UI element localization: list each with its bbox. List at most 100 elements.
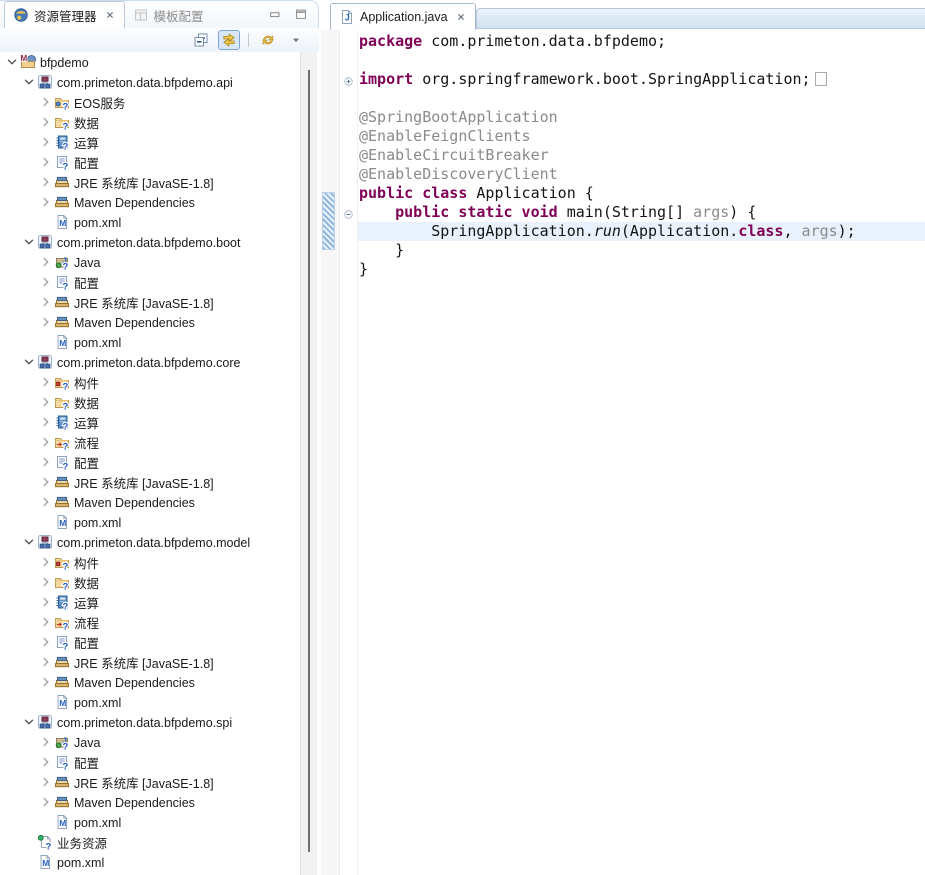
tree-item[interactable]: ?配置 xyxy=(0,752,300,772)
chevron-right-icon[interactable] xyxy=(39,635,53,649)
code-line[interactable]: package com.primeton.data.bfpdemo; xyxy=(358,32,925,51)
tree-item[interactable]: ?运算 xyxy=(0,592,300,612)
tree-item[interactable]: com.primeton.data.bfpdemo.spi xyxy=(0,712,300,732)
code-line[interactable] xyxy=(358,51,925,70)
tree-item[interactable]: ?数据 xyxy=(0,392,300,412)
chevron-right-icon[interactable] xyxy=(39,675,53,689)
chevron-down-icon[interactable] xyxy=(22,235,36,249)
tree-item[interactable]: Mpom.xml xyxy=(0,812,300,832)
tree-item[interactable]: JRE 系统库 [JavaSE-1.8] xyxy=(0,772,300,792)
tree-item[interactable]: JRE 系统库 [JavaSE-1.8] xyxy=(0,652,300,672)
tree-scrollbar-thumb[interactable] xyxy=(308,70,310,852)
chevron-right-icon[interactable] xyxy=(39,435,53,449)
chevron-right-icon[interactable] xyxy=(39,415,53,429)
chevron-down-icon[interactable] xyxy=(22,535,36,549)
chevron-right-icon[interactable] xyxy=(39,475,53,489)
tree-item[interactable]: Mpom.xml xyxy=(0,212,300,232)
fold-collapse-icon[interactable] xyxy=(343,207,354,218)
tree-item[interactable]: com.primeton.data.bfpdemo.model xyxy=(0,532,300,552)
tree-item[interactable]: Maven Dependencies xyxy=(0,792,300,812)
close-icon[interactable] xyxy=(455,11,467,23)
tree-item[interactable]: ?运算 xyxy=(0,412,300,432)
tree-item[interactable]: ?数据 xyxy=(0,572,300,592)
chevron-right-icon[interactable] xyxy=(39,315,53,329)
chevron-right-icon[interactable] xyxy=(39,455,53,469)
code-line[interactable]: import org.springframework.boot.SpringAp… xyxy=(358,70,925,89)
code-line[interactable]: public static void main(String[] args) { xyxy=(358,203,925,222)
chevron-right-icon[interactable] xyxy=(39,735,53,749)
tree-item[interactable]: com.primeton.data.bfpdemo.core xyxy=(0,352,300,372)
chevron-down-icon[interactable] xyxy=(22,75,36,89)
tree-item[interactable]: ?EOS服务 xyxy=(0,92,300,112)
chevron-right-icon[interactable] xyxy=(39,275,53,289)
code-line[interactable]: } xyxy=(358,260,925,279)
link-with-editor-button[interactable] xyxy=(218,30,240,50)
code-line[interactable]: @EnableDiscoveryClient xyxy=(358,165,925,184)
tree-item[interactable]: ?构件 xyxy=(0,552,300,572)
tree-item[interactable]: Mpom.xml xyxy=(0,692,300,712)
chevron-right-icon[interactable] xyxy=(39,495,53,509)
tree-item[interactable]: J?Java xyxy=(0,252,300,272)
tree-item[interactable]: Maven Dependencies xyxy=(0,312,300,332)
tree-item[interactable]: ?配置 xyxy=(0,632,300,652)
tree-item[interactable]: ?数据 xyxy=(0,112,300,132)
tree-item[interactable]: ?流程 xyxy=(0,432,300,452)
tree-item[interactable]: ?配置 xyxy=(0,152,300,172)
chevron-right-icon[interactable] xyxy=(39,135,53,149)
refresh-button[interactable] xyxy=(257,30,279,50)
chevron-right-icon[interactable] xyxy=(39,155,53,169)
tree-item[interactable]: ?配置 xyxy=(0,272,300,292)
tree-item[interactable]: ?流程 xyxy=(0,612,300,632)
tree-item[interactable]: ?配置 xyxy=(0,452,300,472)
code-line[interactable]: @SpringBootApplication xyxy=(358,108,925,127)
chevron-right-icon[interactable] xyxy=(39,615,53,629)
chevron-right-icon[interactable] xyxy=(39,175,53,189)
code-line[interactable]: public class Application { xyxy=(358,184,925,203)
tree-item[interactable]: Mbfpdemo xyxy=(0,52,300,72)
tree-item[interactable]: Mpom.xml xyxy=(0,512,300,532)
tree-item[interactable]: Maven Dependencies xyxy=(0,672,300,692)
minimize-icon[interactable] xyxy=(268,7,282,21)
chevron-right-icon[interactable] xyxy=(39,115,53,129)
code-line[interactable]: @EnableCircuitBreaker xyxy=(358,146,925,165)
tree-item[interactable]: Mpom.xml xyxy=(0,332,300,352)
code-area[interactable]: package com.primeton.data.bfpdemo; import… xyxy=(358,30,925,875)
code-line-current[interactable]: SpringApplication.run(Application.class,… xyxy=(358,222,925,241)
collapse-all-button[interactable] xyxy=(190,30,212,50)
tree-item[interactable]: ?业务资源 xyxy=(0,832,300,852)
chevron-right-icon[interactable] xyxy=(39,295,53,309)
view-menu-button[interactable] xyxy=(285,30,307,50)
chevron-right-icon[interactable] xyxy=(39,195,53,209)
chevron-right-icon[interactable] xyxy=(39,255,53,269)
fold-expand-icon[interactable] xyxy=(343,74,354,85)
tree-item[interactable]: ?构件 xyxy=(0,372,300,392)
close-icon[interactable] xyxy=(104,9,116,21)
tree-item[interactable]: J?Java xyxy=(0,732,300,752)
tree-item[interactable]: JRE 系统库 [JavaSE-1.8] xyxy=(0,172,300,192)
tree-item[interactable]: com.primeton.data.bfpdemo.boot xyxy=(0,232,300,252)
chevron-right-icon[interactable] xyxy=(39,595,53,609)
tree-item[interactable]: JRE 系统库 [JavaSE-1.8] xyxy=(0,472,300,492)
chevron-down-icon[interactable] xyxy=(22,355,36,369)
code-line[interactable] xyxy=(358,89,925,108)
chevron-right-icon[interactable] xyxy=(39,95,53,109)
chevron-right-icon[interactable] xyxy=(39,775,53,789)
tree-item[interactable]: com.primeton.data.bfpdemo.api xyxy=(0,72,300,92)
tree-scrollbar[interactable] xyxy=(300,52,317,875)
chevron-down-icon[interactable] xyxy=(5,55,19,69)
chevron-right-icon[interactable] xyxy=(39,395,53,409)
chevron-right-icon[interactable] xyxy=(39,575,53,589)
chevron-right-icon[interactable] xyxy=(39,555,53,569)
chevron-down-icon[interactable] xyxy=(22,715,36,729)
tree-item[interactable]: Mpom.xml xyxy=(0,852,300,872)
chevron-right-icon[interactable] xyxy=(39,375,53,389)
tree-item[interactable]: ?运算 xyxy=(0,132,300,152)
tab-template-config[interactable]: 模板配置 xyxy=(125,2,212,28)
tab-application-java[interactable]: J Application.java xyxy=(330,3,476,30)
tree-item[interactable]: Maven Dependencies xyxy=(0,492,300,512)
tree-item[interactable]: JRE 系统库 [JavaSE-1.8] xyxy=(0,292,300,312)
code-line[interactable]: } xyxy=(358,241,925,260)
maximize-icon[interactable] xyxy=(294,7,308,21)
tab-resource-explorer[interactable]: 资源管理器 xyxy=(4,1,125,28)
chevron-right-icon[interactable] xyxy=(39,795,53,809)
